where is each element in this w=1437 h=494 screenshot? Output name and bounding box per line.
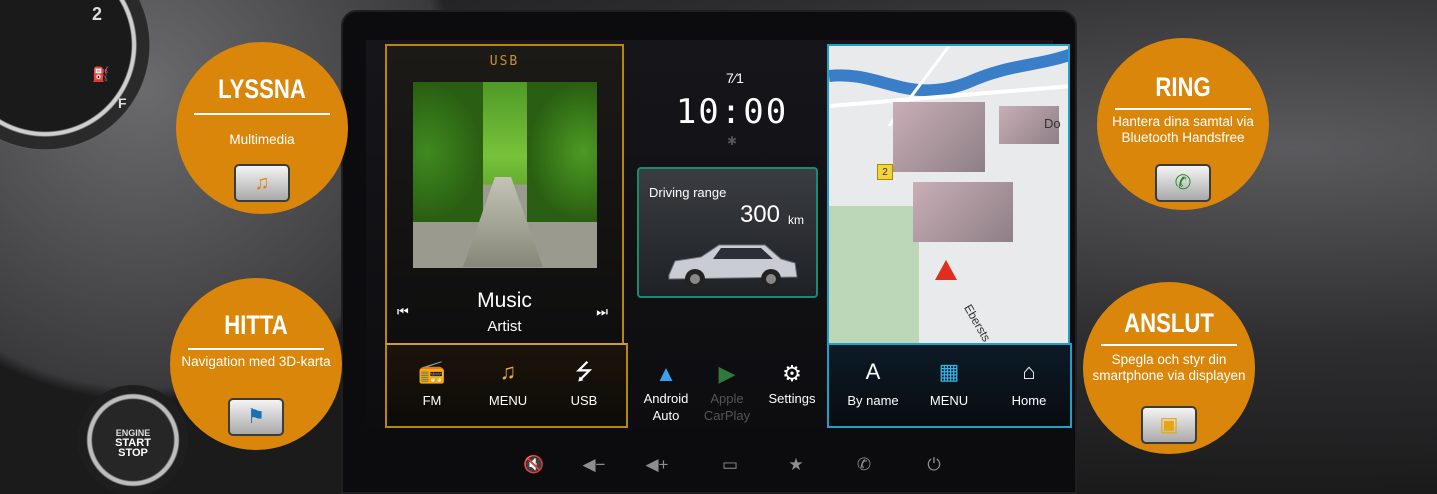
- track-title: Music: [477, 289, 532, 312]
- album-art: [413, 82, 597, 268]
- android-auto-icon: ▲: [655, 361, 677, 386]
- gauge-number: 2: [92, 4, 103, 24]
- feature-title: HITTA: [224, 310, 288, 340]
- feature-ring: RING Hantera dina samtal via Bluetooth H…: [1097, 38, 1269, 210]
- map-building: [893, 102, 985, 172]
- android-auto-label-1: Android: [643, 391, 689, 406]
- phone-button[interactable]: ✆: [1155, 164, 1211, 202]
- volume-down-icon[interactable]: ◀−: [574, 455, 614, 475]
- feature-subtitle: Hantera dina samtal via Bluetooth Handsf…: [1112, 114, 1254, 145]
- letter-a-icon: A: [865, 359, 881, 384]
- range-label: Driving range: [649, 185, 727, 200]
- navigation-icon: ⚑: [247, 406, 265, 428]
- nav-menu-button[interactable]: ▦ MENU: [909, 357, 989, 408]
- gear-icon: ⚙: [782, 361, 802, 386]
- feature-divider: [188, 348, 324, 350]
- volume-up-icon[interactable]: ◀+: [637, 455, 677, 475]
- feature-subtitle: Spegla och styr din smartphone via displ…: [1092, 352, 1246, 383]
- map-poi-badge: 2: [877, 164, 893, 180]
- multimedia-button[interactable]: ♫: [234, 164, 290, 202]
- carplay-label-1: Apple: [710, 391, 744, 406]
- car-image: [668, 244, 798, 289]
- track-artist: Artist: [487, 318, 522, 335]
- gauge-full-label: F: [118, 95, 127, 111]
- feature-title: LYSSNA: [218, 74, 306, 104]
- map-street-label: Do: [1044, 116, 1061, 131]
- music-panel[interactable]: USB ⏮ Music Artist ⏭: [385, 44, 624, 343]
- position-arrow-icon: [935, 260, 957, 280]
- screen-icon[interactable]: ▭: [710, 455, 750, 475]
- feature-anslut: ANSLUT Spegla och styr din smartphone vi…: [1083, 282, 1255, 454]
- music-bar: 📻 FM ♫ MENU ⭍ USB: [385, 343, 628, 428]
- settings-button[interactable]: ⚙ Settings: [762, 360, 822, 405]
- usb-label: USB: [570, 393, 598, 408]
- fm-button[interactable]: 📻 FM: [397, 357, 467, 408]
- music-menu-label: MENU: [488, 393, 528, 408]
- music-note-icon: ♫: [499, 359, 517, 384]
- map-panel[interactable]: Do Ebersts 2: [827, 44, 1070, 343]
- apple-carplay-button[interactable]: ▶ Apple CarPlay: [697, 360, 757, 422]
- feature-divider: [1115, 108, 1251, 110]
- next-track-icon[interactable]: ⏭: [596, 304, 608, 320]
- feature-title: ANSLUT: [1124, 308, 1214, 338]
- power-icon[interactable]: ⏻: [914, 455, 954, 475]
- home-icon: ⌂: [1022, 359, 1036, 384]
- multimedia-icon: ♫: [254, 172, 270, 194]
- feature-title: RING: [1155, 72, 1211, 102]
- fuel-pump-icon: ⛽: [92, 66, 110, 82]
- home-button[interactable]: ⌂ Home: [989, 357, 1069, 408]
- map-street-label: Ebersts: [961, 301, 994, 343]
- fm-label: FM: [422, 393, 442, 408]
- android-auto-label-2: Auto: [652, 408, 680, 423]
- settings-label: Settings: [768, 391, 816, 406]
- by-name-label: By name: [847, 393, 899, 408]
- feature-lyssna: LYSSNA Multimedia ♫: [176, 42, 348, 214]
- nav-menu-label: MENU: [929, 393, 969, 408]
- carplay-label-2: CarPlay: [703, 408, 751, 423]
- feature-hitta: HITTA Navigation med 3D-karta ⚑: [170, 278, 342, 450]
- date-display: 7∕1: [726, 70, 744, 86]
- bluetooth-icon: ✱: [726, 134, 738, 148]
- album-tree-left: [413, 82, 483, 222]
- feature-divider: [194, 113, 330, 115]
- source-label: USB: [489, 54, 520, 69]
- map-park: [829, 206, 919, 343]
- radio-icon: 📻: [418, 359, 446, 384]
- by-name-button[interactable]: A By name: [833, 357, 913, 408]
- phone-icon[interactable]: ✆: [844, 455, 884, 475]
- navigation-button[interactable]: ⚑: [228, 398, 284, 436]
- album-tree-right: [527, 82, 597, 222]
- map-building: [913, 182, 1013, 242]
- nav-bar: A By name ▦ MENU ⌂ Home: [827, 343, 1072, 428]
- engine-start-label: ENGINE START STOP: [98, 428, 168, 459]
- range-value: 300: [739, 201, 780, 228]
- music-menu-button[interactable]: ♫ MENU: [473, 357, 543, 408]
- grid-icon: ▦: [938, 359, 960, 384]
- feature-subtitle: Multimedia: [229, 132, 295, 147]
- phone-keypad-icon: ✆: [1174, 172, 1192, 194]
- smartphone-connect-icon: ▣: [1159, 414, 1179, 436]
- clock-display: 10:00: [675, 92, 789, 132]
- home-label: Home: [1011, 393, 1047, 408]
- usb-icon: ⭍: [574, 359, 594, 384]
- android-auto-button[interactable]: ▲ Android Auto: [636, 360, 696, 422]
- range-unit: km: [788, 213, 804, 227]
- apple-carplay-icon: ▶: [718, 361, 736, 386]
- mute-icon[interactable]: 🔇: [514, 455, 554, 475]
- driving-range-widget[interactable]: Driving range 300 km: [637, 167, 818, 298]
- start-label-stop: STOP: [118, 447, 148, 459]
- usb-button[interactable]: ⭍ USB: [549, 357, 619, 408]
- star-icon[interactable]: ★: [776, 455, 816, 475]
- smartphone-button[interactable]: ▣: [1141, 406, 1197, 444]
- feature-divider: [1101, 344, 1237, 346]
- feature-subtitle: Navigation med 3D-karta: [181, 354, 331, 369]
